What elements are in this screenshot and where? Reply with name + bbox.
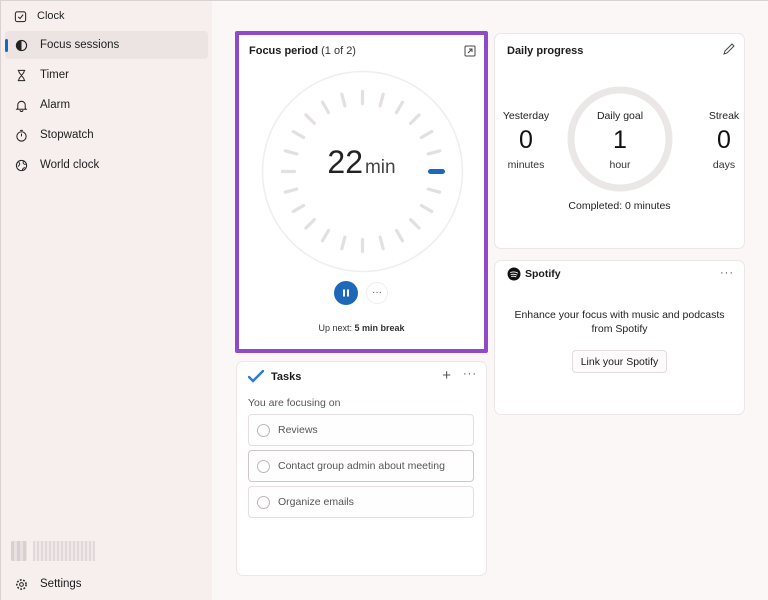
sidebar-item-label: World clock [40,159,100,171]
task-label: Organize emails [278,496,354,508]
tasks-title: Tasks [271,371,302,383]
pause-button[interactable] [334,281,358,305]
tasks-header: Tasks [248,370,301,384]
sidebar-nav: Focus sessions Timer Alarm Stopwatch Wor… [5,31,208,181]
tasks-card: Tasks + ··· You are focusing on Reviews … [237,362,486,575]
focus-title: Focus period (1 of 2) [249,45,356,57]
settings-label: Settings [40,578,82,590]
edit-icon[interactable] [722,42,736,56]
add-task-button[interactable]: + [442,367,451,384]
timer-readout: 22 min [237,144,486,181]
up-next-prefix: Up next: [318,323,352,333]
sidebar-item-label: Alarm [40,99,71,111]
task-radio[interactable] [257,459,270,473]
tasks-more-button[interactable]: ··· [463,368,477,380]
spotify-more-button[interactable]: ··· [720,267,734,279]
daily-goal-value: 1 [613,126,627,154]
sidebar-item-alarm[interactable]: Alarm [5,91,208,119]
streak-value: 0 [717,126,731,154]
yesterday-stat: Yesterday 0 minutes [501,110,551,171]
sidebar-item-focus-sessions[interactable]: Focus sessions [5,31,208,59]
sidebar-item-label: Timer [40,69,69,81]
hourglass-icon [14,68,28,82]
sidebar: Clock Focus sessions Timer Alarm Stopwat… [1,1,212,600]
app-titlebar: Clock [13,8,65,24]
task-item[interactable]: Organize emails [248,486,474,518]
daily-progress-card: Daily progress Yesterday 0 minutes Daily… [495,34,744,248]
sidebar-item-world-clock[interactable]: World clock [5,151,208,179]
spotify-logo-icon [507,267,521,281]
streak-label: Streak [708,110,740,122]
streak-stat: Streak 0 days [699,110,749,171]
yesterday-unit: minutes [507,159,545,171]
daily-progress-title: Daily progress [507,45,584,57]
sidebar-item-stopwatch[interactable]: Stopwatch [5,121,208,149]
compact-mode-icon[interactable] [464,44,476,57]
globe-icon [14,158,28,172]
pause-icon [343,289,349,297]
spotify-header: Spotify [507,267,561,281]
spotify-card: Spotify ··· Enhance your focus with musi… [495,261,744,414]
spotify-description: Enhance your focus with music and podcas… [514,309,725,335]
up-next: Up next: 5 min break [237,323,486,333]
task-radio[interactable] [257,495,270,509]
stopwatch-icon [14,128,28,142]
sidebar-item-label: Stopwatch [40,129,94,141]
focusing-label: You are focusing on [248,397,341,409]
task-item[interactable]: Reviews [248,414,474,446]
focus-title-text: Focus period [249,45,319,57]
sidebar-item-timer[interactable]: Timer [5,61,208,89]
sidebar-item-label: Focus sessions [40,39,120,51]
account-name-redacted [33,541,95,561]
daily-goal-unit: hour [609,159,631,171]
task-label: Contact group admin about meeting [278,460,445,472]
yesterday-value: 0 [519,126,533,154]
app-title: Clock [37,10,65,22]
focus-more-button[interactable]: ··· [366,282,388,304]
task-label: Reviews [278,424,318,436]
completed-text: Completed: 0 minutes [568,200,671,212]
main-content: Focus period (1 of 2) 22 min ··· Up next:… [212,1,768,600]
focus-period-card: Focus period (1 of 2) 22 min ··· Up next:… [237,34,486,352]
up-next-value: 5 min break [354,323,405,333]
sidebar-item-settings[interactable]: Settings [5,571,208,597]
gear-icon [14,577,28,591]
daily-goal-stat: Daily goal 1 hour [590,110,650,171]
link-spotify-button[interactable]: Link your Spotify [572,350,667,373]
bell-icon [14,98,28,112]
daily-goal-label: Daily goal [596,110,644,122]
focus-icon [14,38,28,52]
streak-unit: days [712,159,736,171]
timer-unit: min [364,157,396,178]
todo-check-icon [248,370,264,383]
yesterday-label: Yesterday [502,110,550,122]
clock-window: Clock Focus sessions Timer Alarm Stopwat… [0,0,768,600]
account[interactable] [11,541,95,561]
timer-minutes: 22 [327,144,363,180]
focus-subtitle: (1 of 2) [321,45,356,57]
task-radio[interactable] [257,423,270,437]
avatar [11,541,27,561]
clock-app-icon [13,9,27,23]
task-item[interactable]: Contact group admin about meeting [248,450,474,482]
spotify-title: Spotify [525,268,561,280]
